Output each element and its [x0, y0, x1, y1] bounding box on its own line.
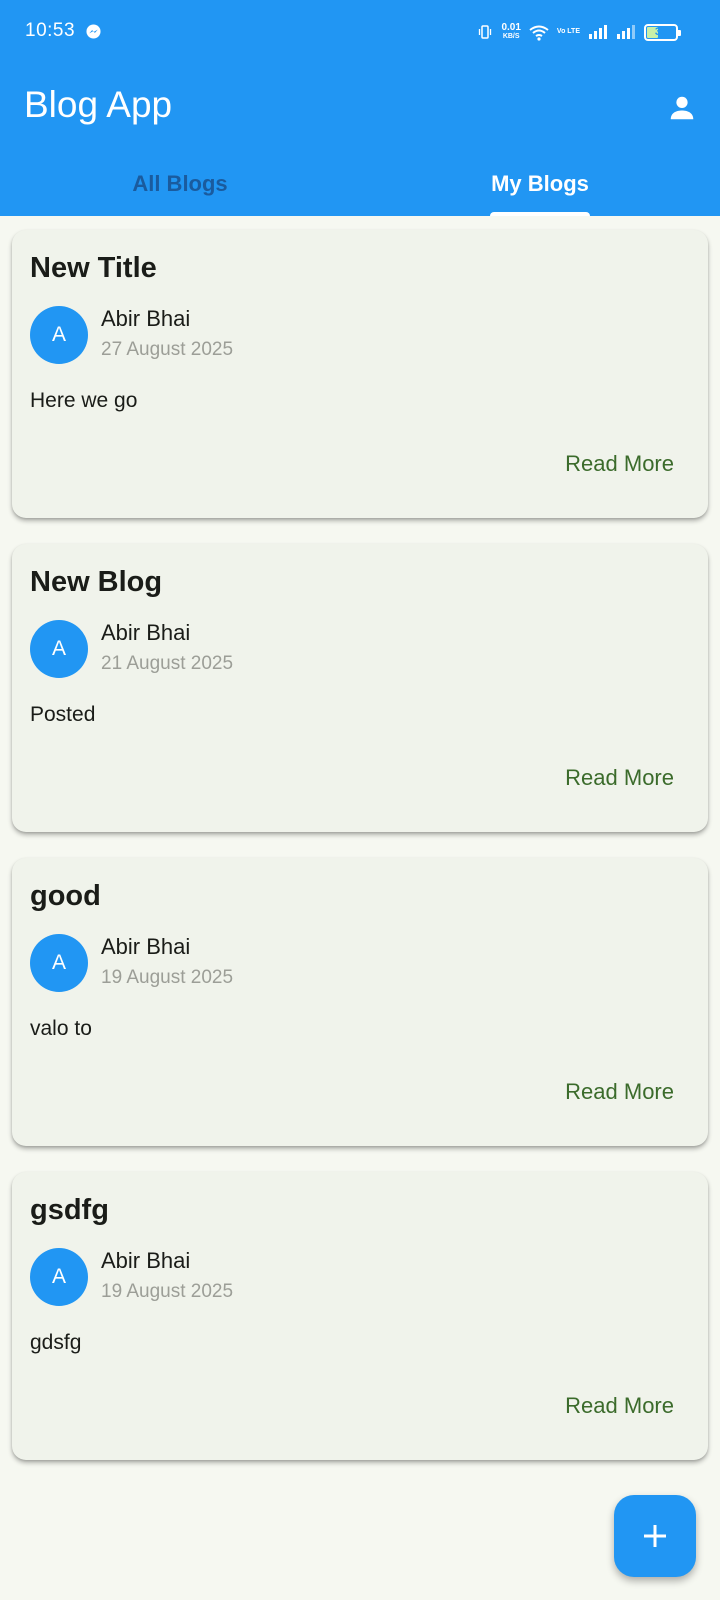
blog-excerpt: Posted — [30, 703, 96, 726]
read-more-button[interactable]: Read More — [565, 1393, 674, 1419]
author-name: Abir Bhai — [101, 934, 191, 959]
read-more-button[interactable]: Read More — [565, 765, 674, 791]
author-name: Abir Bhai — [101, 620, 191, 645]
tab-indicator — [490, 212, 590, 216]
vibrate-icon — [479, 25, 492, 39]
status-time: 10:53 — [25, 20, 76, 41]
signal-icon-2 — [617, 25, 635, 39]
author-name: Abir Bhai — [101, 306, 191, 331]
post-date: 21 August 2025 — [101, 653, 234, 674]
blog-title: New Blog — [30, 566, 163, 598]
signal-icon — [589, 25, 607, 39]
blog-card[interactable]: New Blog A Abir Bhai 21 August 2025 Post… — [12, 544, 708, 832]
post-date: 19 August 2025 — [101, 1281, 234, 1302]
read-more-button[interactable]: Read More — [565, 1079, 674, 1105]
blog-excerpt: gdsfg — [30, 1331, 82, 1354]
status-indicators: 0.01 KB/S Vo LTE 35 — [477, 20, 681, 44]
blog-card[interactable]: good A Abir Bhai 19 August 2025 valo to … — [12, 858, 708, 1146]
plus-icon — [644, 1525, 666, 1547]
avatar: A — [30, 1248, 88, 1306]
tab-my-blogs[interactable]: My Blogs — [360, 152, 720, 216]
blog-title: New Title — [30, 252, 157, 284]
blog-list: New Title A Abir Bhai 27 August 2025 Her… — [12, 230, 708, 1460]
blog-card[interactable]: New Title A Abir Bhai 27 August 2025 Her… — [12, 230, 708, 518]
blog-title: good — [30, 880, 101, 912]
post-date: 27 August 2025 — [101, 339, 234, 360]
messenger-icon — [86, 24, 101, 39]
tab-all-blogs[interactable]: All Blogs — [0, 152, 360, 216]
blog-excerpt: Here we go — [30, 389, 138, 412]
app-title: Blog App — [24, 84, 173, 125]
tab-label: All Blogs — [132, 171, 228, 196]
profile-button[interactable] — [664, 90, 700, 126]
avatar: A — [30, 306, 88, 364]
battery-icon: 35 — [644, 23, 681, 41]
app-bar: Blog App All Blogs My Blogs — [0, 64, 720, 216]
wifi-icon — [529, 25, 549, 41]
status-bar: 10:53 0.01 KB/S Vo LTE 35 — [0, 0, 720, 64]
person-icon — [670, 96, 694, 120]
tab-bar: All Blogs My Blogs — [0, 152, 720, 216]
avatar: A — [30, 620, 88, 678]
blog-card[interactable]: gsdfg A Abir Bhai 19 August 2025 gdsfg R… — [12, 1172, 708, 1460]
volte-indicator: Vo LTE — [556, 28, 580, 35]
post-date: 19 August 2025 — [101, 967, 234, 988]
network-speed: 0.01 KB/S — [501, 22, 521, 41]
read-more-button[interactable]: Read More — [565, 451, 674, 477]
blog-title: gsdfg — [30, 1194, 109, 1226]
add-blog-button[interactable] — [614, 1495, 696, 1577]
blog-excerpt: valo to — [30, 1017, 92, 1040]
tab-label: My Blogs — [491, 171, 589, 196]
battery-level: 35 — [654, 25, 668, 38]
author-name: Abir Bhai — [101, 1248, 191, 1273]
avatar: A — [30, 934, 88, 992]
